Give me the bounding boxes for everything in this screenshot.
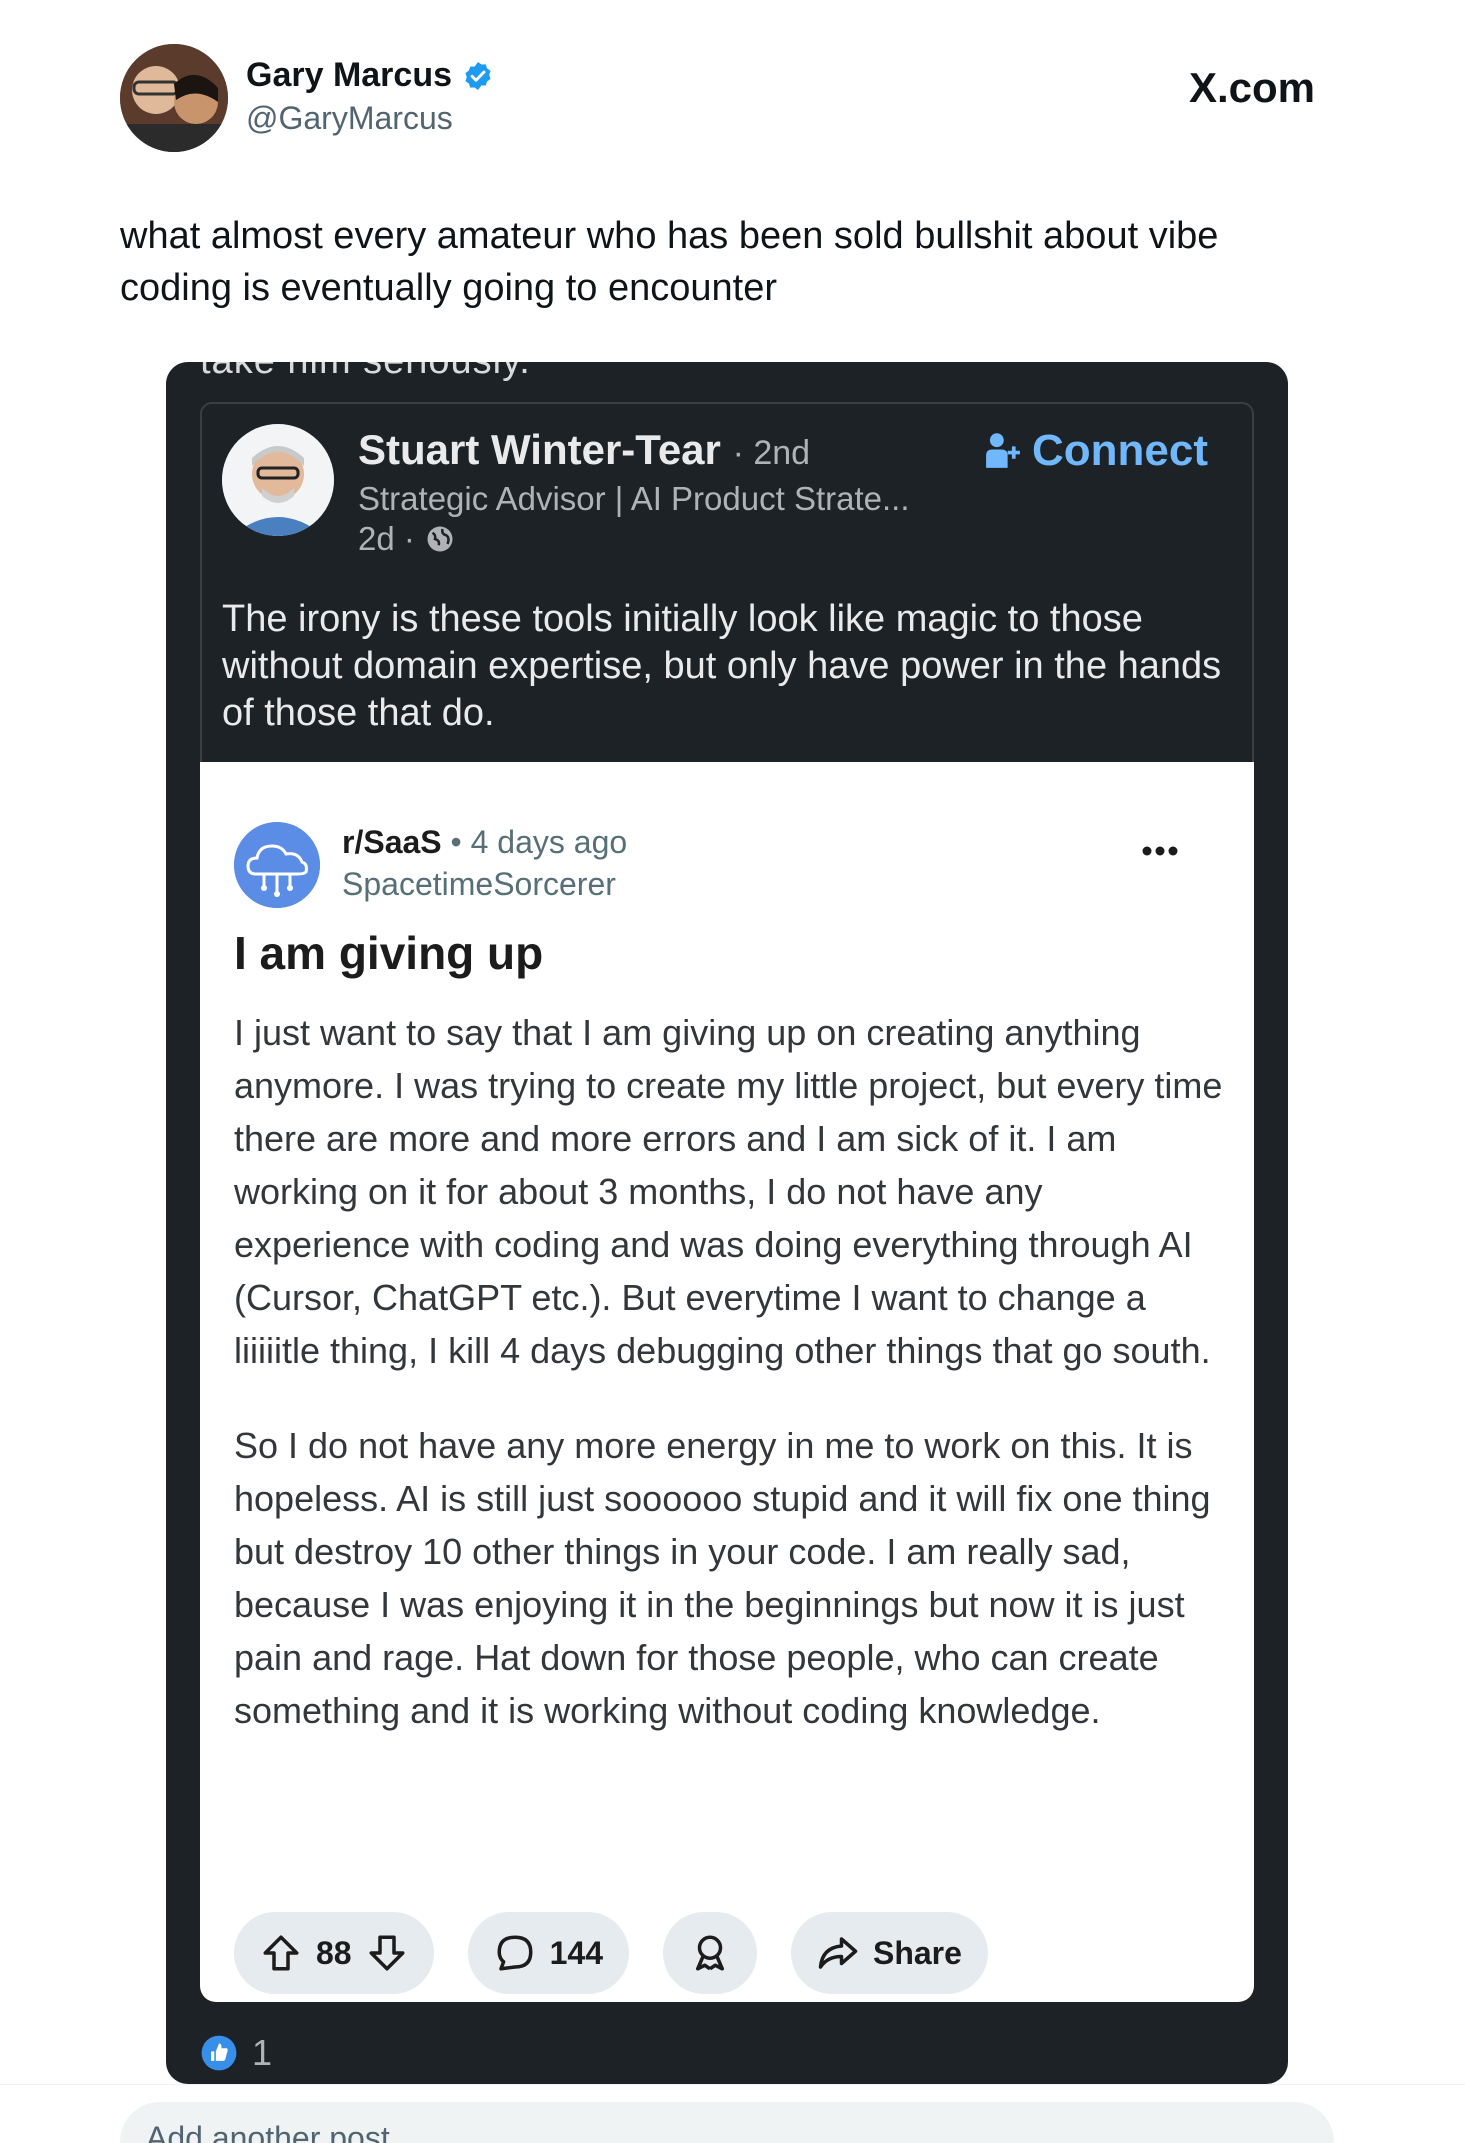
comment-time-text: 2d · bbox=[358, 520, 415, 557]
award-button[interactable] bbox=[662, 1912, 757, 1994]
globe-icon bbox=[425, 524, 455, 554]
comment-timestamp: 2d · bbox=[358, 520, 455, 558]
upvote-icon[interactable] bbox=[260, 1932, 302, 1974]
reaction-count: 1 bbox=[252, 2032, 273, 2073]
more-options-icon[interactable] bbox=[1140, 844, 1180, 858]
downvote-icon[interactable] bbox=[366, 1932, 408, 1974]
post-title: I am giving up bbox=[234, 927, 544, 979]
connection-degree: · 2nd bbox=[732, 434, 811, 472]
post-paragraph: So I do not have any more energy in me t… bbox=[234, 1425, 1211, 1731]
embedded-image[interactable]: take him seriously. Stuart Winter-Tear ·… bbox=[166, 362, 1288, 2084]
page: Gary Marcus @GaryMarcus X.com what almos… bbox=[0, 0, 1465, 2143]
site-label: X.com bbox=[1188, 64, 1315, 111]
vote-count: 88 bbox=[316, 1934, 352, 1971]
comment-text: The irony is these tools initially look … bbox=[222, 598, 1222, 734]
add-post-input[interactable]: Add another post bbox=[120, 2102, 1334, 2143]
comment-count: 144 bbox=[549, 1934, 603, 1971]
commenter-avatar bbox=[222, 424, 334, 536]
post-username[interactable]: SpacetimeSorcerer bbox=[342, 866, 616, 903]
connect-label[interactable]: Connect bbox=[1032, 426, 1208, 476]
cutoff-text: take him seriously. bbox=[200, 362, 531, 383]
add-person-icon bbox=[984, 431, 1022, 471]
post-body: I just want to say that I am giving up o… bbox=[234, 1006, 1224, 1779]
commenter-headline: Strategic Advisor | AI Product Strate... bbox=[358, 480, 910, 517]
share-icon bbox=[818, 1937, 858, 1969]
comments-button[interactable]: 144 bbox=[467, 1912, 629, 1994]
divider bbox=[0, 2084, 1465, 2085]
reddit-post-card: r/SaaS • 4 days ago SpacetimeSorcerer I … bbox=[200, 762, 1254, 2002]
post-age: • 4 days ago bbox=[450, 824, 628, 860]
verified-badge-icon bbox=[462, 60, 494, 92]
author-name-text[interactable]: Gary Marcus bbox=[246, 56, 452, 95]
author-avatar[interactable] bbox=[120, 44, 228, 152]
reaction-row[interactable]: 1 bbox=[200, 2032, 272, 2074]
connect-button[interactable]: Connect bbox=[984, 426, 1208, 476]
commenter-name[interactable]: Stuart Winter-Tear · 2nd bbox=[358, 426, 810, 474]
like-reaction-icon bbox=[200, 2034, 238, 2072]
subreddit-line: r/SaaS • 4 days ago bbox=[342, 824, 627, 861]
share-button[interactable]: Share bbox=[790, 1912, 988, 1994]
x-com-logo: X.com bbox=[1189, 64, 1315, 112]
post-paragraph: I just want to say that I am giving up o… bbox=[234, 1012, 1223, 1371]
subreddit-icon bbox=[234, 822, 320, 908]
post-action-bar: 88 144 Share bbox=[234, 1912, 988, 1994]
tweet-text: what almost every amateur who has been s… bbox=[120, 215, 1219, 309]
comment-icon bbox=[497, 1935, 533, 1971]
vote-pill: 88 bbox=[234, 1912, 434, 1994]
author-handle[interactable]: @GaryMarcus bbox=[246, 100, 453, 137]
add-post-placeholder: Add another post bbox=[146, 2120, 390, 2143]
author-name[interactable]: Gary Marcus bbox=[246, 56, 494, 95]
commenter-name-text[interactable]: Stuart Winter-Tear bbox=[358, 426, 721, 473]
share-label[interactable]: Share bbox=[873, 1935, 962, 1972]
subreddit-name[interactable]: r/SaaS bbox=[342, 824, 442, 860]
award-icon bbox=[695, 1935, 724, 1971]
